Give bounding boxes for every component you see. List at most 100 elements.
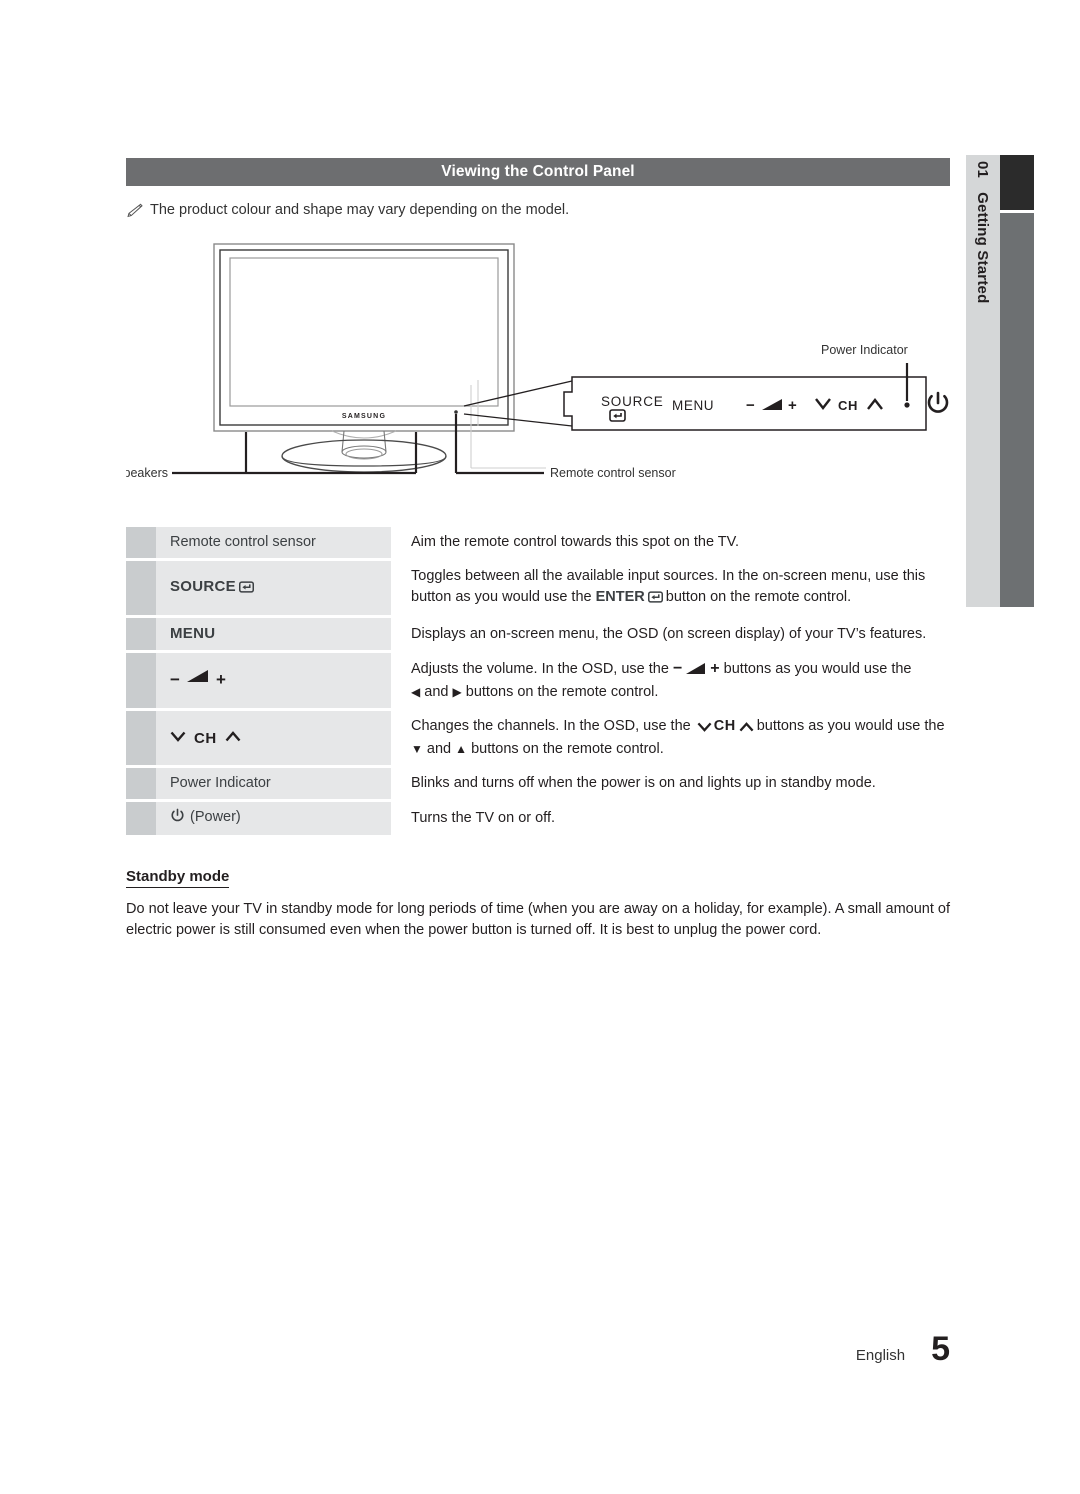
table-row: SOURCE Toggles between all the available… — [126, 561, 950, 615]
chapter-tab-dark-marker — [1000, 155, 1034, 210]
desc-text-mid: and — [426, 741, 456, 757]
page-footer: English 5 — [0, 1330, 950, 1369]
row-gutter — [126, 653, 156, 708]
table-row: − + Adjusts the volume. In the OSD, use … — [126, 653, 950, 708]
chevron-up-icon — [739, 718, 754, 739]
row-key-label: Remote control sensor — [170, 534, 316, 550]
table-row: (Power) Turns the TV on or off. — [126, 802, 950, 835]
footer-language: English — [855, 1347, 906, 1364]
row-key-label: MENU — [170, 625, 216, 642]
tv-illustration — [213, 243, 515, 473]
row-desc-line-2: ▼ and ▲ buttons on the remote control. — [411, 739, 950, 760]
standby-mode-section: Standby mode Do not leave your TV in sta… — [126, 868, 950, 941]
row-desc-cell: Aim the remote control towards this spot… — [391, 527, 950, 558]
desc-text-mid: and — [424, 684, 453, 700]
tv-brand-label: SAMSUNG — [342, 413, 386, 420]
row-desc-cell: Displays an on-screen menu, the OSD (on … — [391, 618, 950, 650]
control-panel-description-table: Remote control sensor Aim the remote con… — [126, 524, 950, 838]
row-gutter — [126, 711, 156, 765]
row-desc-line: Aim the remote control towards this spot… — [411, 534, 740, 550]
row-gutter — [126, 768, 156, 799]
row-gutter — [126, 527, 156, 558]
panel-volume-plus: + — [788, 397, 797, 414]
row-desc-line: Toggles between all the available input … — [411, 568, 926, 584]
row-desc-cell: Blinks and turns off when the power is o… — [391, 768, 950, 799]
desc-text-post: buttons on the remote control. — [471, 741, 664, 757]
chevron-up-icon — [225, 728, 241, 749]
row-desc-line: Changes the channels. In the OSD, use th… — [411, 716, 950, 739]
page-content: Viewing the Control Panel The product co… — [126, 158, 950, 941]
row-gutter — [126, 618, 156, 650]
row-key-cell: − + — [156, 653, 391, 708]
volume-wedge-icon — [186, 669, 209, 690]
figure-svg: SAMSUNG Speakers Remote control sensor — [126, 243, 949, 480]
key-channel-group: CH — [170, 728, 241, 749]
panel-menu-label: MENU — [672, 398, 714, 413]
volume-plus-glyph: + — [710, 660, 720, 677]
enter-return-icon — [647, 589, 663, 610]
page-title: Viewing the Control Panel — [441, 163, 635, 180]
desc-emphasis-enter: ENTER — [595, 589, 645, 605]
enter-return-icon — [238, 579, 254, 600]
standby-mode-heading: Standby mode — [126, 868, 230, 888]
table-row: Power Indicator Blinks and turns off whe… — [126, 768, 950, 799]
table-row: Remote control sensor Aim the remote con… — [126, 527, 950, 558]
chapter-tab-gray-marker — [1000, 213, 1034, 607]
row-desc-cell: Turns the TV on or off. — [391, 802, 950, 835]
volume-minus-glyph: − — [170, 670, 180, 689]
desc-text-post: buttons on the remote control. — [465, 684, 659, 700]
standby-mode-body: Do not leave your TV in standby mode for… — [126, 901, 950, 938]
callout-remote-sensor: Remote control sensor — [550, 466, 676, 480]
desc-text-post: buttons as you would use the — [719, 661, 912, 677]
row-key-label: Power Indicator — [170, 775, 271, 791]
panel-volume-minus: − — [746, 397, 755, 414]
panel-source-label: SOURCE — [601, 394, 664, 409]
row-gutter — [126, 561, 156, 615]
row-desc-cell: Changes the channels. In the OSD, use th… — [391, 711, 950, 765]
desc-text-post: buttons as you would use the — [756, 718, 945, 734]
chapter-title: Getting Started — [974, 192, 992, 304]
row-desc-cell: Adjusts the volume. In the OSD, use the … — [391, 653, 950, 708]
row-key-cell: SOURCE — [156, 561, 391, 615]
power-indicator-dot-icon — [904, 402, 910, 408]
ch-label: CH — [713, 718, 736, 734]
desc-text-pre: Adjusts the volume. In the OSD, use the — [411, 661, 673, 677]
table-row: CH Changes the channels. In the OSD, use… — [126, 711, 950, 765]
row-key-cell: Remote control sensor — [156, 527, 391, 558]
power-button-icon — [927, 391, 949, 413]
note-line: The product colour and shape may vary de… — [126, 202, 950, 222]
standby-title-wrap: Standby mode — [126, 868, 950, 888]
row-gutter — [126, 802, 156, 835]
chapter-number: 01 — [974, 161, 992, 179]
desc-text-post: button on the remote control. — [665, 589, 852, 605]
chapter-side-tab: 01 Getting Started — [966, 155, 1034, 607]
ch-label: CH — [194, 729, 217, 747]
volume-minus-glyph: − — [672, 660, 683, 677]
volume-plus-glyph: + — [215, 670, 226, 689]
callout-speakers: Speakers — [126, 466, 168, 480]
row-key-cell: MENU — [156, 618, 391, 650]
footer-page-number: 5 — [931, 1330, 950, 1368]
row-desc-line: Blinks and turns off when the power is o… — [411, 775, 876, 791]
control-panel-figure: SAMSUNG Speakers Remote control sensor — [126, 230, 950, 500]
right-triangle-icon: ▶ — [452, 685, 462, 699]
left-triangle-icon: ◀ — [411, 685, 421, 699]
row-key-cell: Power Indicator — [156, 768, 391, 799]
row-key-cell: (Power) — [156, 802, 391, 835]
row-key-label: (Power) — [190, 809, 241, 825]
callout-power-indicator: Power Indicator — [821, 343, 908, 357]
row-desc-line: Displays an on-screen menu, the OSD (on … — [411, 625, 927, 642]
tv-remote-sensor-dot — [454, 410, 458, 414]
row-key-label: SOURCE — [170, 578, 236, 595]
row-desc-line-2: button as you would use the ENTER button… — [411, 587, 950, 610]
speakers-leader-line — [172, 432, 418, 475]
chevron-down-icon — [697, 718, 712, 739]
pencil-note-icon — [126, 203, 143, 222]
power-button-icon — [170, 808, 185, 830]
chevron-down-icon — [170, 728, 186, 749]
volume-wedge-icon — [686, 661, 706, 682]
row-desc-cell: Toggles between all the available input … — [391, 561, 950, 615]
row-desc-line: Turns the TV on or off. — [411, 810, 556, 826]
section-header-bar: Viewing the Control Panel — [126, 158, 950, 186]
row-desc-line: Adjusts the volume. In the OSD, use the … — [411, 658, 950, 682]
